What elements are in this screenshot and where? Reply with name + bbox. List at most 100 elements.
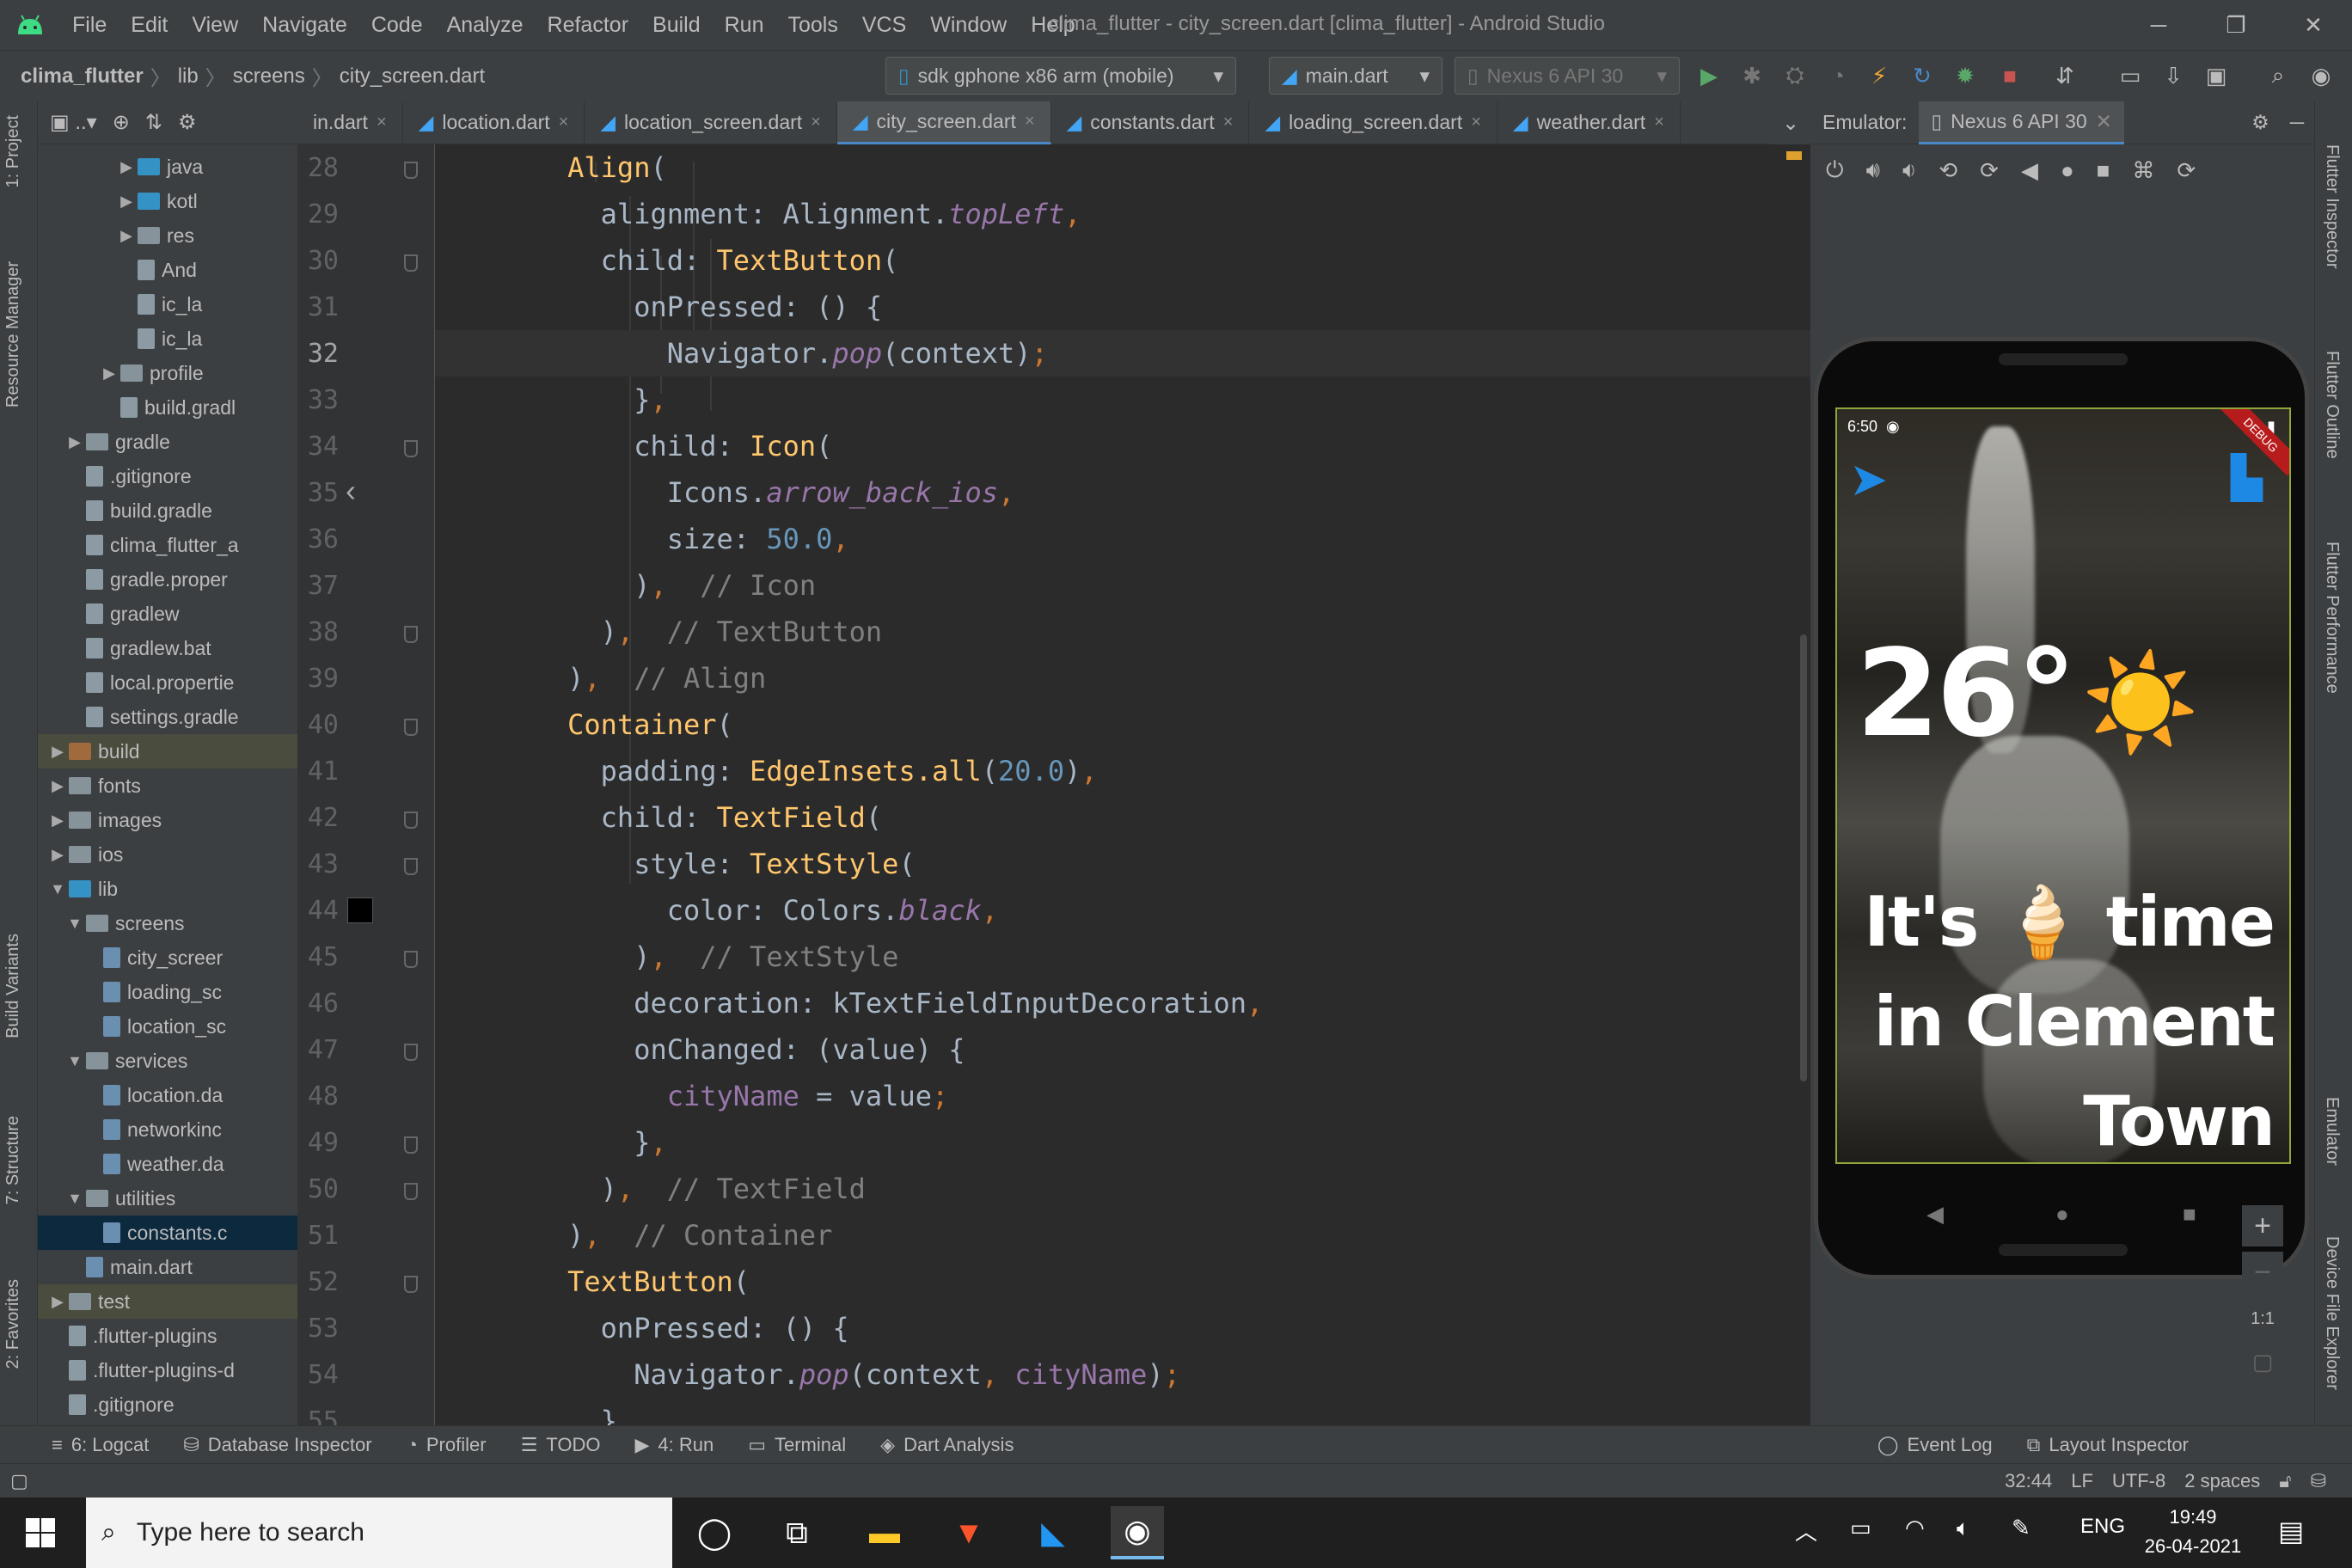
menu-refactor[interactable]: Refactor [536,13,640,38]
android-studio-taskbar-icon[interactable]: ◉ [1111,1506,1164,1559]
warning-marker-icon[interactable] [1786,151,1802,160]
code-line[interactable]: } [435,1398,617,1425]
tool-tab-event-log[interactable]: ◯ Event Log [1860,1434,2010,1456]
tree-item[interactable]: loading_sc [38,975,297,1009]
chevron-down-icon[interactable]: ▼ [46,880,69,898]
caret-position[interactable]: 32:44 [2005,1470,2052,1492]
code-line[interactable]: child: Icon( [435,423,832,469]
minimize-panel-icon[interactable]: ─ [2280,111,2314,134]
close-icon[interactable]: ✕ [2096,110,2112,133]
close-icon[interactable]: × [1471,113,1481,132]
tree-item[interactable]: ▼ lib [38,872,297,906]
code-line[interactable]: child: TextField( [435,794,883,841]
project-view-icon[interactable]: ▣ ..▾ [50,110,97,135]
file-explorer-icon[interactable]: ▬ [858,1506,911,1559]
code-line[interactable]: Align( [435,144,667,191]
code-line[interactable]: size: 50.0, [435,516,849,562]
project-structure-icon[interactable]: ▣ [2201,60,2232,91]
line-separator[interactable]: LF [2071,1470,2093,1492]
tool-tab-6-logcat[interactable]: ≡ 6: Logcat [34,1434,166,1456]
hot-restart-icon[interactable]: ↻ [1907,60,1938,91]
locate-icon[interactable]: ⊕ [113,110,130,135]
run-config-selector[interactable]: ◢ main.dart ▾ [1269,57,1442,95]
code-line[interactable]: onPressed: () { [435,284,882,330]
color-swatch-icon[interactable] [347,897,373,923]
tree-item[interactable]: ▶ fonts [38,769,297,803]
lock-icon[interactable]: 🔓︎ [2279,1470,2291,1492]
overview-icon[interactable]: ■ [2097,157,2110,184]
code-line[interactable]: ), // Container [435,1212,832,1259]
tab-emulator-device[interactable]: ▯ Nexus 6 API 30 ✕ [1919,101,2124,144]
tool-tab-profiler[interactable]: ◔ Profiler [389,1434,504,1456]
tab-project[interactable]: 1: Project [3,115,23,187]
breadcrumb-item[interactable]: screens [226,64,312,89]
editor-tab[interactable]: in.dart × [297,101,403,144]
memory-icon[interactable]: ⛁ [2311,1470,2326,1492]
debug-icon[interactable]: ✹ [1950,60,1981,91]
tree-item[interactable]: location.da [38,1078,297,1112]
search-icon[interactable]: ⌕ [2263,60,2294,91]
close-icon[interactable]: ✕ [2275,0,2352,50]
notification-center-icon[interactable]: ▤ [2278,1515,2304,1547]
fold-marker-icon[interactable] [404,719,418,736]
zoom-in-button[interactable]: + [2242,1205,2283,1246]
fold-marker-icon[interactable] [404,812,418,829]
close-icon[interactable]: × [377,113,387,132]
gear-icon[interactable]: ⚙ [178,110,197,135]
editor-scrollbar[interactable] [1800,634,1807,1081]
editor-tab[interactable]: ◢ location.dart × [403,101,585,144]
home-icon[interactable]: ● [2061,157,2074,184]
tab-structure[interactable]: 7: Structure [3,1116,23,1204]
breadcrumb-item[interactable]: clima_flutter [14,64,150,89]
tool-tab-layout-inspector[interactable]: ⧉ Layout Inspector [2010,1434,2206,1456]
taskbar-search-input[interactable]: ⌕ Type here to search [86,1498,672,1568]
tab-emulator[interactable]: Emulator [2322,1097,2342,1166]
close-icon[interactable]: × [1025,112,1035,132]
tree-item[interactable]: ▶ java [38,150,297,184]
tree-item[interactable]: ▶ test [38,1284,297,1319]
tree-item[interactable]: location_sc [38,1009,297,1044]
code-line[interactable]: onPressed: () { [435,1305,849,1351]
code-line[interactable]: Container( [435,701,733,748]
camera-icon[interactable]: ⌘ [2132,157,2154,184]
tree-item[interactable]: And [38,253,297,287]
run-icon[interactable]: ▶ [1694,60,1724,91]
tab-device-file-explorer[interactable]: Device File Explorer [2322,1236,2342,1390]
brave-browser-icon[interactable]: ▼ [942,1506,995,1559]
attach-icon[interactable]: ⛭ [1779,60,1810,91]
tree-item[interactable]: build.gradl [38,390,297,425]
avd-selector[interactable]: ▯ Nexus 6 API 30 ▾ [1455,57,1680,95]
file-encoding[interactable]: UTF-8 [2112,1470,2165,1492]
stop-icon[interactable]: ■ [1994,60,2025,91]
tool-tab-terminal[interactable]: ▭ Terminal [731,1434,863,1456]
debug-icon[interactable]: ✱ [1736,60,1767,91]
wifi-icon[interactable]: ◠ [1905,1515,1925,1541]
tab-resource-manager[interactable]: Resource Manager [3,261,23,407]
chevron-right-icon[interactable]: ▶ [115,227,138,245]
close-icon[interactable]: × [811,113,821,132]
chevron-right-icon[interactable]: ▶ [46,846,69,864]
menu-vcs[interactable]: VCS [850,13,918,38]
code-line[interactable]: onChanged: (value) { [435,1026,965,1073]
fold-marker-icon[interactable] [404,1183,418,1200]
chevron-right-icon[interactable]: ▶ [98,364,120,383]
restore-icon[interactable]: ❐ [2197,0,2275,50]
tree-item[interactable]: ▼ utilities [38,1181,297,1216]
windows-start-icon[interactable] [14,1506,67,1559]
tree-item[interactable]: clima_flutter_a [38,528,297,562]
code-line[interactable]: }, [435,1119,667,1166]
code-line[interactable]: ), // TextStyle [435,934,898,980]
tab-flutter-performance[interactable]: Flutter Performance [2322,542,2342,694]
code-line[interactable]: color: Colors.black, [435,887,998,934]
phone-screen[interactable]: 6:50 ◉ ⚲ ▾ ▮ DEBUG ➤ ▙ 26°☀️ It's 🍦 time… [1835,407,2291,1164]
editor-tab[interactable]: ◢ loading_screen.dart × [1249,101,1498,144]
tree-item[interactable]: .flutter-plugins [38,1319,297,1353]
chevron-down-icon[interactable]: ⌄ [1771,101,1810,144]
tree-item[interactable]: gradle.proper [38,562,297,597]
zoom-out-button[interactable]: − [2242,1252,2283,1293]
tab-flutter-inspector[interactable]: Flutter Inspector [2322,144,2342,269]
tree-item[interactable]: .flutter-plugins-d [38,1353,297,1387]
code-line[interactable]: child: TextButton( [435,237,899,284]
menu-analyze[interactable]: Analyze [435,13,536,38]
breadcrumb-item[interactable]: lib [171,64,205,89]
